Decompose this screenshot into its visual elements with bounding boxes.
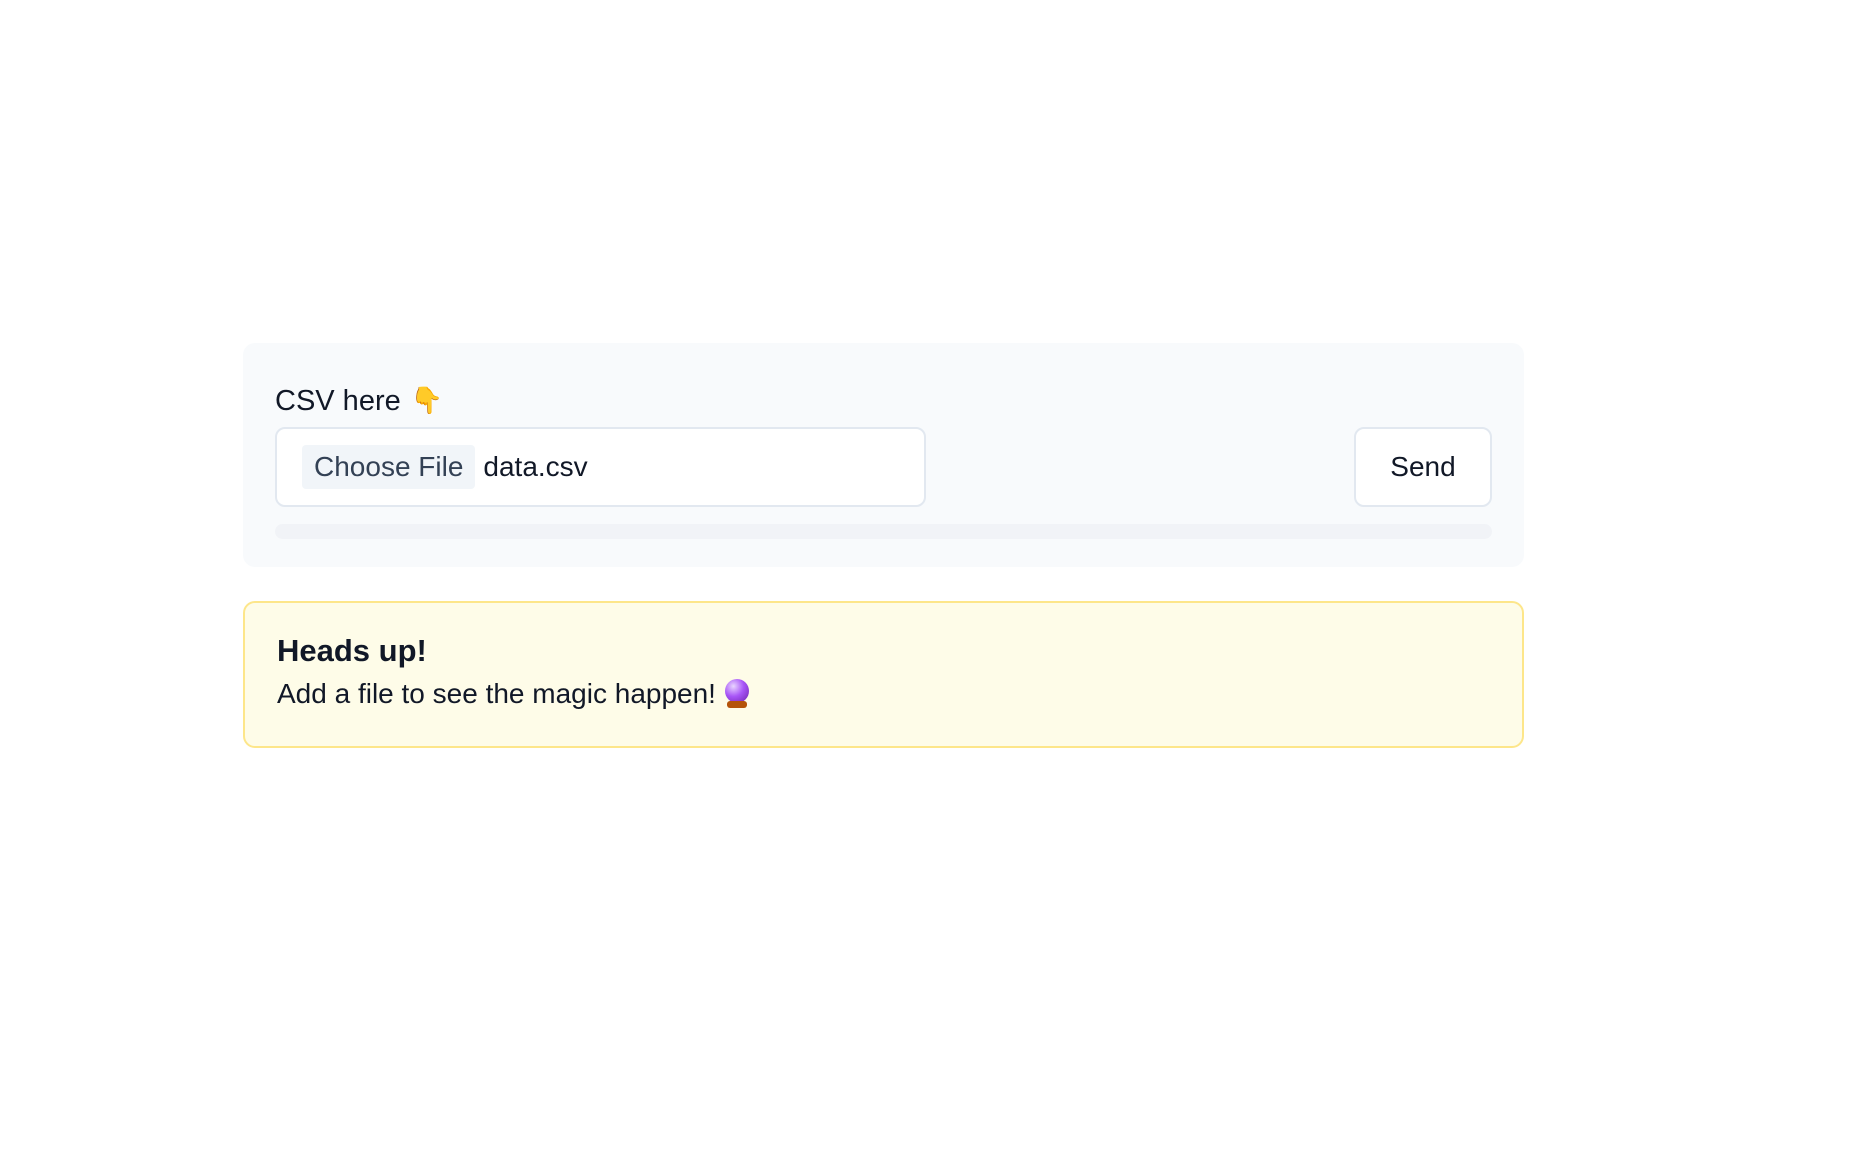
send-button[interactable]: Send [1354,427,1492,507]
choose-file-button[interactable]: Choose File [302,445,476,489]
alert-title: Heads up! [277,633,427,668]
csv-field-label: CSV here 👇 [275,383,1492,419]
upload-progress-bar [275,524,1492,539]
alert-message: Add a file to see the magic happen! [277,678,716,709]
crystal-ball-icon [724,679,750,709]
upload-card: CSV here 👇 Choose File data.csv Send [243,343,1524,567]
pointing-down-icon: 👇 [410,386,444,416]
csv-label-text: CSV here [275,385,401,417]
info-alert: Heads up! Add a file to see the magic ha… [243,601,1524,748]
alert-message-row: Add a file to see the magic happen! [277,675,1490,713]
selected-file-name: data.csv [483,451,588,482]
file-input[interactable]: Choose File data.csv [275,427,926,507]
upload-row: Choose File data.csv Send [275,427,1492,507]
